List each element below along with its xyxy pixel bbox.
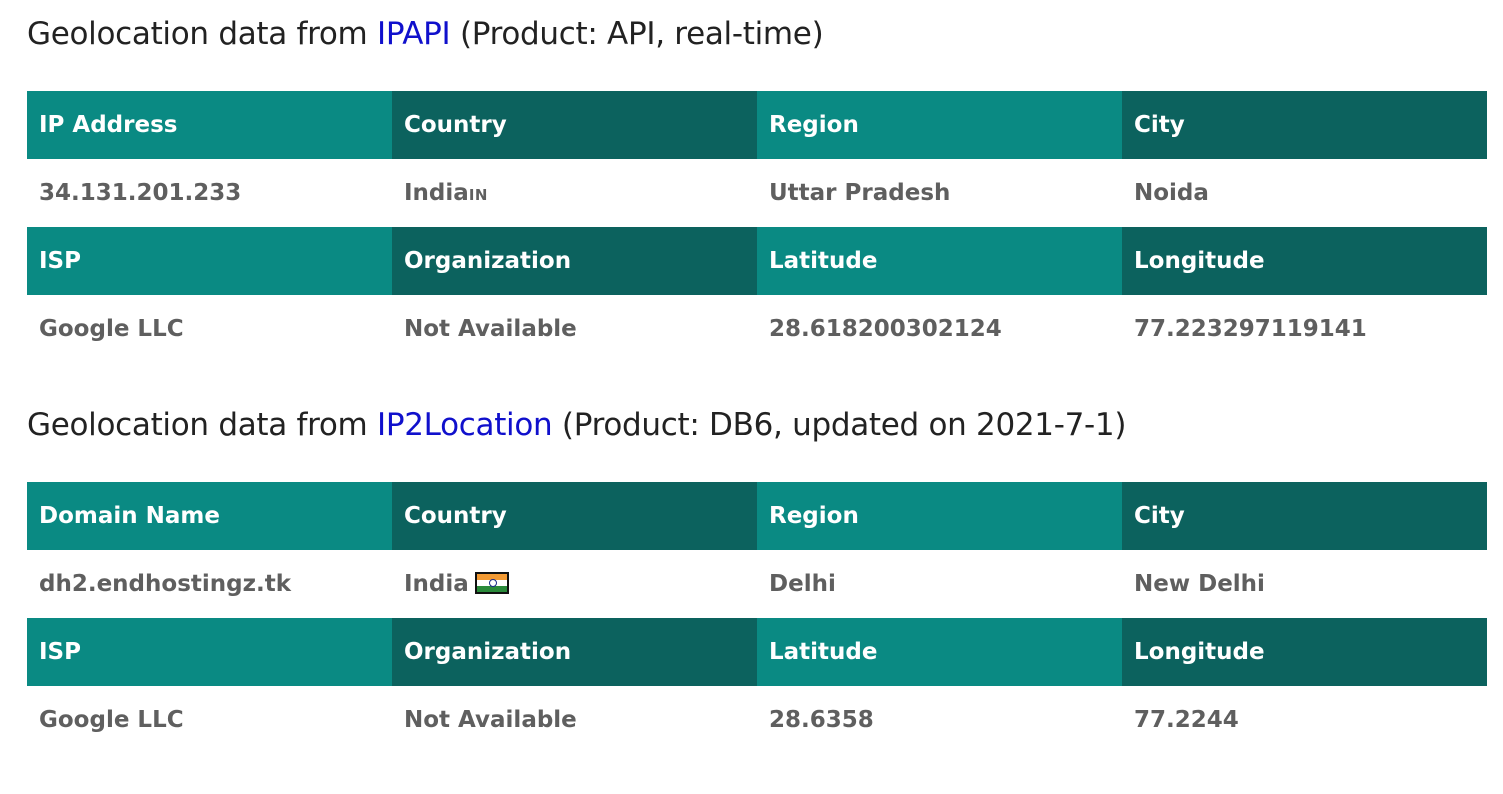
latitude-value: 28.6358 xyxy=(757,686,1122,754)
region-value: Uttar Pradesh xyxy=(757,159,1122,227)
ip-address-value: 34.131.201.233 xyxy=(27,159,392,227)
latitude-value: 28.618200302124 xyxy=(757,295,1122,363)
country-code: IN xyxy=(468,186,488,204)
city-value: New Delhi xyxy=(1122,550,1487,618)
table-header-row: ISP Organization Latitude Longitude xyxy=(27,618,1487,686)
heading-suffix: (Product: DB6, updated on 2021-7-1) xyxy=(552,407,1127,443)
country-value: India xyxy=(404,571,469,597)
ip2location-section: Geolocation data from IP2Location (Produ… xyxy=(27,401,1487,754)
city-header: City xyxy=(1122,482,1487,550)
heading-prefix: Geolocation data from xyxy=(27,407,377,443)
table-header-row: Domain Name Country Region City xyxy=(27,482,1487,550)
longitude-header: Longitude xyxy=(1122,618,1487,686)
heading-prefix: Geolocation data from xyxy=(27,16,377,52)
country-cell: IndiaIN xyxy=(392,159,757,227)
region-header: Region xyxy=(757,91,1122,159)
india-flag-icon xyxy=(474,572,509,594)
latitude-header: Latitude xyxy=(757,618,1122,686)
organization-header: Organization xyxy=(392,618,757,686)
ipapi-section: Geolocation data from IPAPI (Product: AP… xyxy=(27,10,1487,363)
region-header: Region xyxy=(757,482,1122,550)
organization-header: Organization xyxy=(392,227,757,295)
ip2location-geolocation-table: Domain Name Country Region City dh2.endh… xyxy=(27,482,1487,754)
city-value: Noida xyxy=(1122,159,1487,227)
table-row: Google LLC Not Available 28.618200302124… xyxy=(27,295,1487,363)
ipapi-provider-link[interactable]: IPAPI xyxy=(377,16,451,52)
isp-value: Google LLC xyxy=(27,295,392,363)
latitude-header: Latitude xyxy=(757,227,1122,295)
table-header-row: IP Address Country Region City xyxy=(27,91,1487,159)
country-header: Country xyxy=(392,91,757,159)
longitude-value: 77.223297119141 xyxy=(1122,295,1487,363)
isp-header: ISP xyxy=(27,227,392,295)
domain-name-header: Domain Name xyxy=(27,482,392,550)
ipapi-heading: Geolocation data from IPAPI (Product: AP… xyxy=(27,10,1487,58)
organization-value: Not Available xyxy=(392,295,757,363)
ip2location-provider-link[interactable]: IP2Location xyxy=(377,407,553,443)
country-value: India xyxy=(404,180,469,206)
country-cell: India xyxy=(392,550,757,618)
isp-header: ISP xyxy=(27,618,392,686)
organization-value: Not Available xyxy=(392,686,757,754)
longitude-value: 77.2244 xyxy=(1122,686,1487,754)
heading-suffix: (Product: API, real-time) xyxy=(450,16,824,52)
isp-value: Google LLC xyxy=(27,686,392,754)
region-value: Delhi xyxy=(757,550,1122,618)
country-header: Country xyxy=(392,482,757,550)
longitude-header: Longitude xyxy=(1122,227,1487,295)
ipapi-geolocation-table: IP Address Country Region City 34.131.20… xyxy=(27,91,1487,363)
city-header: City xyxy=(1122,91,1487,159)
domain-name-value: dh2.endhostingz.tk xyxy=(27,550,392,618)
ip2location-heading: Geolocation data from IP2Location (Produ… xyxy=(27,401,1487,449)
table-header-row: ISP Organization Latitude Longitude xyxy=(27,227,1487,295)
table-row: dh2.endhostingz.tk India Delhi New Delhi xyxy=(27,550,1487,618)
table-row: 34.131.201.233 IndiaIN Uttar Pradesh Noi… xyxy=(27,159,1487,227)
ip-address-header: IP Address xyxy=(27,91,392,159)
table-row: Google LLC Not Available 28.6358 77.2244 xyxy=(27,686,1487,754)
